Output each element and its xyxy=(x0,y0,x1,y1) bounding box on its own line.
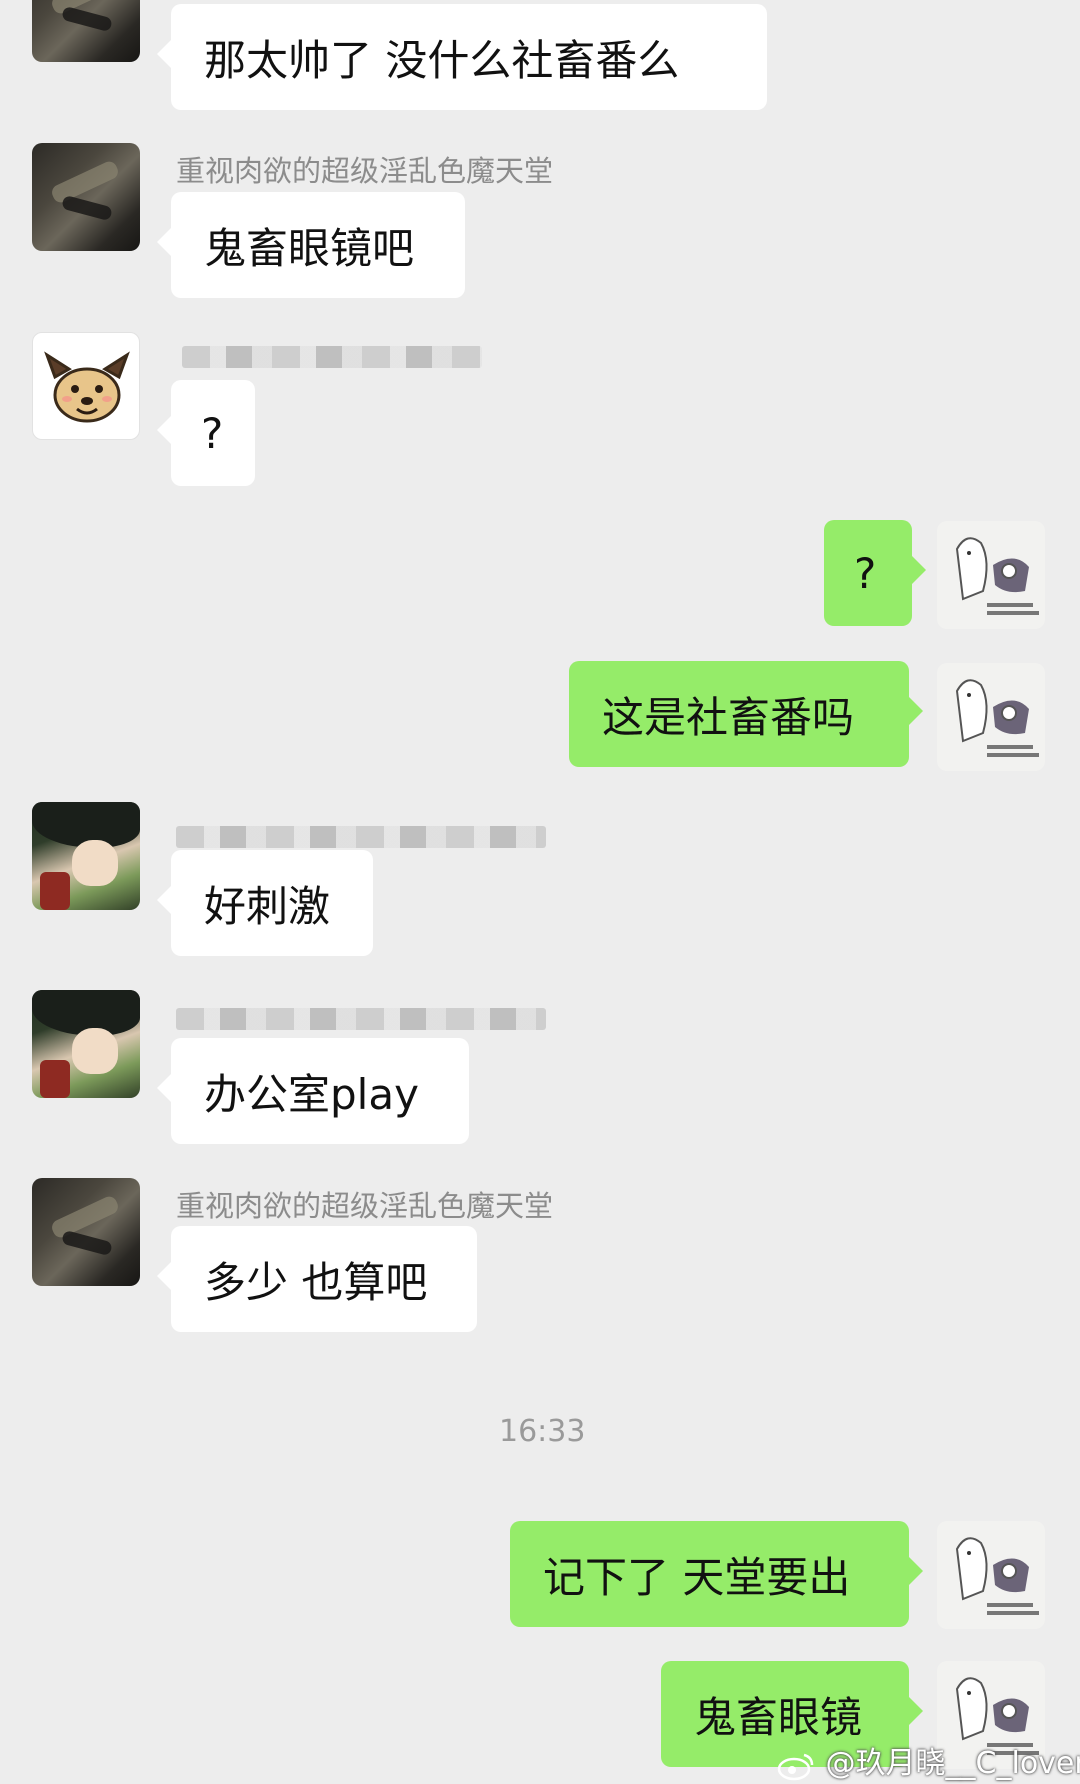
avatar-detail xyxy=(72,840,118,886)
message-text: 多少 也算吧 xyxy=(204,1257,428,1307)
avatar[interactable] xyxy=(937,1521,1045,1629)
sender-name-redacted xyxy=(176,826,546,848)
sender-name: 重视肉欲的超级淫乱色魔天堂 xyxy=(176,1189,554,1223)
avatar-detail xyxy=(72,1028,118,1074)
ghost-sticker-avatar-icon xyxy=(955,679,1039,757)
avatar-detail xyxy=(61,1229,113,1257)
message-bubble[interactable]: 那太帅了 没什么社畜番么 xyxy=(157,4,767,110)
message-bubble[interactable]: 好刺激 xyxy=(157,850,373,956)
timestamp: 16:33 xyxy=(499,1414,586,1449)
message-text: 记下了 天堂要出 xyxy=(543,1552,851,1602)
avatar-detail xyxy=(49,1194,121,1240)
message-text: 这是社畜番吗 xyxy=(602,692,855,742)
watermark: @玖月晓__C_lover xyxy=(776,1738,1080,1782)
avatar-detail xyxy=(49,159,121,205)
message-bubble[interactable]: 办公室play xyxy=(157,1038,469,1144)
message-text: 鬼畜眼镜吧 xyxy=(204,223,415,273)
message-text: ? xyxy=(201,408,224,458)
message-bubble[interactable]: 鬼畜眼镜吧 xyxy=(157,192,465,298)
message-text: 那太帅了 没什么社畜番么 xyxy=(204,35,680,85)
message-text: 鬼畜眼镜 xyxy=(694,1692,863,1742)
avatar[interactable] xyxy=(32,1178,140,1286)
ghost-sticker-avatar-icon xyxy=(955,537,1039,615)
watermark-text: @玖月晓__C_lover xyxy=(825,1746,1080,1781)
message-bubble[interactable]: ? xyxy=(824,520,926,626)
avatar-detail xyxy=(40,872,70,910)
weibo-icon xyxy=(777,1753,814,1780)
message-bubble[interactable]: ? xyxy=(157,380,255,486)
sender-name-redacted xyxy=(182,346,482,368)
ghost-sticker-avatar-icon xyxy=(955,1537,1039,1615)
avatar[interactable] xyxy=(32,143,140,251)
sender-name: 重视肉欲的超级淫乱色魔天堂 xyxy=(176,154,554,188)
avatar[interactable] xyxy=(32,332,140,440)
avatar-detail xyxy=(61,5,113,33)
message-text: 办公室play xyxy=(204,1069,419,1119)
avatar[interactable] xyxy=(32,802,140,910)
avatar-detail xyxy=(40,1060,70,1098)
message-bubble[interactable]: 这是社畜番吗 xyxy=(569,661,923,767)
message-bubble[interactable]: 多少 也算吧 xyxy=(157,1226,477,1332)
dog-avatar-icon xyxy=(44,351,130,423)
message-bubble[interactable]: 记下了 天堂要出 xyxy=(510,1521,923,1627)
avatar[interactable] xyxy=(937,663,1045,771)
avatar-detail xyxy=(61,194,113,222)
sender-name-redacted xyxy=(176,1008,546,1030)
message-text: ? xyxy=(854,548,877,598)
message-text: 好刺激 xyxy=(204,881,331,931)
avatar[interactable] xyxy=(32,990,140,1098)
avatar[interactable] xyxy=(32,0,140,62)
avatar[interactable] xyxy=(937,521,1045,629)
